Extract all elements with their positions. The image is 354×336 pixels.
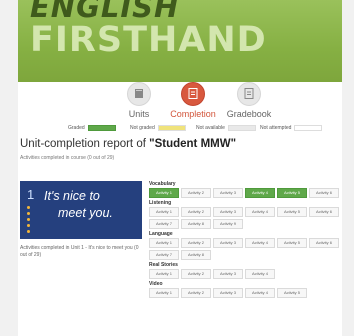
activity-button[interactable]: Activity 8 xyxy=(181,250,211,260)
activity-button[interactable]: Activity 3 xyxy=(213,188,243,198)
activity-button[interactable]: Activity 9 xyxy=(213,219,243,229)
legend-graded: Graded xyxy=(68,125,116,131)
activity-button[interactable]: Activity 4 xyxy=(245,288,275,298)
activity-button[interactable]: Activity 2 xyxy=(181,288,211,298)
activity-row: Activity 1 Activity 2 Activity 3 Activity 4… xyxy=(149,238,342,248)
activity-button[interactable]: Activity 8 xyxy=(181,219,211,229)
legend-not-graded-swatch xyxy=(157,125,186,131)
header-banner: ENGLISH FIRSTHAND xyxy=(18,0,342,82)
activity-button[interactable]: Activity 4 xyxy=(245,238,275,248)
legend-graded-label: Graded xyxy=(68,125,85,131)
activity-button[interactable]: Activity 2 xyxy=(181,188,211,198)
section-listening: Listening Activity 1 Activity 2 Activity 3A… xyxy=(149,200,342,229)
activity-button[interactable]: Activity 7 xyxy=(149,250,179,260)
right-frame xyxy=(342,0,354,336)
page: ENGLISH FIRSTHAND Units Completion Grade… xyxy=(18,0,342,336)
activity-button[interactable]: Activity 1 xyxy=(149,288,179,298)
completion-icon xyxy=(181,82,205,106)
section-video: Video Activity 1 Activity 2 Activity 3 Activ… xyxy=(149,281,342,298)
section-title: Real Stories xyxy=(149,262,178,268)
section-vocabulary: Vocabulary Activity 1 Activity 2 Activity 3… xyxy=(149,181,342,198)
units-icon xyxy=(127,82,151,106)
activity-button[interactable]: Activity 7 xyxy=(149,219,179,229)
legend-graded-swatch xyxy=(87,125,116,131)
activity-button[interactable]: Activity 1 xyxy=(149,188,179,198)
activity-button[interactable]: Activity 6 xyxy=(309,188,339,198)
unit-note: Activities completed in Unit 1 - It's ni… xyxy=(20,245,139,258)
activity-button[interactable]: Activity 5 xyxy=(277,238,307,248)
activity-button[interactable]: Activity 4 xyxy=(245,269,275,279)
activity-button[interactable]: Activity 6 xyxy=(309,238,339,248)
legend-not-available-label: Not available xyxy=(196,125,225,131)
activity-button[interactable]: Activity 5 xyxy=(277,288,307,298)
section-title: Language xyxy=(149,231,173,237)
legend-not-attempted-label: Not attempted xyxy=(260,125,292,131)
left-frame xyxy=(0,0,18,336)
unit-title-line1: It's nice to xyxy=(44,189,100,203)
activity-button[interactable]: Activity 4 xyxy=(245,188,275,198)
legend-not-graded-label: Not graded xyxy=(130,125,155,131)
section-title: Vocabulary xyxy=(149,181,176,187)
activity-button[interactable]: Activity 6 xyxy=(309,207,339,217)
activity-button[interactable]: Activity 3 xyxy=(213,238,243,248)
section-language: Language Activity 1 Activity 2 Activity 3 Ac… xyxy=(149,231,342,260)
legend-not-attempted-swatch xyxy=(294,125,323,131)
report-subtitle: Activities completed in course (0 out of… xyxy=(20,155,115,161)
activity-button[interactable]: Activity 3 xyxy=(213,207,243,217)
activities-panel: Vocabulary Activity 1 Activity 2 Activity 3… xyxy=(149,181,342,300)
gradebook-icon xyxy=(237,82,261,106)
report-title-prefix: Unit-completion report of xyxy=(20,138,150,150)
status-legend: Graded Not graded Not available Not atte… xyxy=(18,125,342,135)
student-name: "Student MMW" xyxy=(149,138,237,150)
activity-row: Activity 7 Activity 8 Activity 9 xyxy=(149,219,342,229)
main-nav: Units Completion Gradebook xyxy=(18,82,342,119)
activity-button[interactable]: Activity 4 xyxy=(245,207,275,217)
section-title: Listening xyxy=(149,200,172,206)
activity-button[interactable]: Activity 2 xyxy=(181,269,211,279)
unit-card[interactable]: 1 It's nice to meet you. xyxy=(20,181,142,239)
unit-dots xyxy=(27,206,30,236)
activity-row: Activity 1 Activity 2 Activity 3 Activity 4… xyxy=(149,207,342,217)
activity-row: Activity 1 Activity 2 Activity 3 Activity 4 xyxy=(149,269,342,279)
activity-button[interactable]: Activity 3 xyxy=(213,269,243,279)
legend-not-attempted: Not attempted xyxy=(260,125,323,131)
activity-row: Activity 7 Activity 8 xyxy=(149,250,342,260)
logo-line2: FIRSTHAND xyxy=(30,20,267,60)
legend-not-graded: Not graded xyxy=(130,125,186,131)
activity-button[interactable]: Activity 2 xyxy=(181,238,211,248)
section-title: Video xyxy=(149,281,163,287)
nav-gradebook[interactable]: Gradebook xyxy=(214,82,284,119)
nav-gradebook-label: Gradebook xyxy=(226,109,272,119)
activity-button[interactable]: Activity 5 xyxy=(277,207,307,217)
activity-button[interactable]: Activity 3 xyxy=(213,288,243,298)
activity-row: Activity 1 Activity 2 Activity 3 Activity 4… xyxy=(149,188,342,198)
section-real-stories: Real Stories Activity 1 Activity 2 Activity… xyxy=(149,262,342,279)
unit-title-line2: meet you. xyxy=(58,206,113,220)
activity-button[interactable]: Activity 5 xyxy=(277,188,307,198)
activity-button[interactable]: Activity 1 xyxy=(149,207,179,217)
activity-row: Activity 1 Activity 2 Activity 3 Activity 4… xyxy=(149,288,342,298)
legend-not-available-swatch xyxy=(227,125,256,131)
unit-number: 1 xyxy=(27,187,35,202)
activity-button[interactable]: Activity 2 xyxy=(181,207,211,217)
report-title: Unit-completion report of "Student MMW" xyxy=(20,138,236,150)
legend-not-available: Not available xyxy=(196,125,256,131)
activity-button[interactable]: Activity 1 xyxy=(149,238,179,248)
activity-button[interactable]: Activity 1 xyxy=(149,269,179,279)
